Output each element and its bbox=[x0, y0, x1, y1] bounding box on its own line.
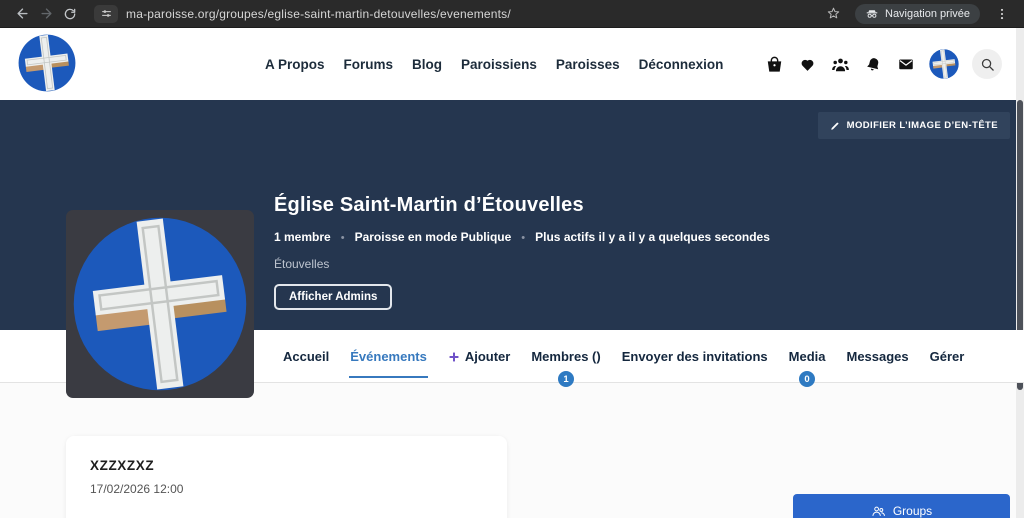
site-settings-icon bbox=[100, 7, 113, 20]
events-content-area: XZZXZXZ 17/02/2026 12:00 Groups bbox=[0, 383, 1024, 518]
nav-a-propos[interactable]: A Propos bbox=[265, 57, 325, 72]
three-dots-icon bbox=[995, 7, 1009, 21]
notifications-button[interactable] bbox=[863, 54, 883, 74]
event-title: XZZXZXZ bbox=[90, 458, 483, 473]
show-admins-button[interactable]: Afficher Admins bbox=[274, 284, 392, 310]
cross-logo-icon bbox=[929, 49, 959, 79]
header-icon-bar bbox=[764, 28, 1002, 100]
page-scrollbar[interactable] bbox=[1016, 28, 1024, 518]
group-member-count: 1 membre bbox=[274, 230, 331, 244]
back-arrow-icon bbox=[15, 6, 30, 21]
group-privacy: Paroisse en mode Publique bbox=[331, 230, 512, 244]
tab-envoyer-invitations[interactable]: Envoyer des invitations bbox=[622, 330, 768, 383]
main-navigation: A Propos Forums Blog Paroissiens Paroiss… bbox=[265, 28, 723, 100]
event-card[interactable]: XZZXZXZ 17/02/2026 12:00 bbox=[66, 436, 507, 518]
incognito-icon bbox=[865, 7, 879, 21]
mail-icon bbox=[897, 55, 915, 73]
group-last-active: Plus actifs il y a il y a quelques secon… bbox=[511, 230, 770, 244]
tab-accueil[interactable]: Accueil bbox=[283, 330, 329, 383]
heart-icon bbox=[799, 56, 816, 73]
tab-evenements[interactable]: Événements bbox=[350, 330, 427, 383]
browser-reload-button[interactable] bbox=[58, 2, 82, 26]
cart-button[interactable] bbox=[764, 54, 784, 74]
nav-paroisses[interactable]: Paroisses bbox=[556, 57, 620, 72]
bell-icon bbox=[865, 56, 882, 73]
cross-logo-icon bbox=[72, 216, 248, 392]
nav-deconnexion[interactable]: Déconnexion bbox=[639, 57, 724, 72]
bookmark-star-button[interactable] bbox=[821, 2, 845, 26]
tab-messages[interactable]: Messages bbox=[846, 330, 908, 383]
membres-count-badge: 1 bbox=[558, 371, 574, 387]
star-icon bbox=[826, 6, 841, 21]
shopping-bag-icon bbox=[765, 55, 784, 74]
favorites-button[interactable] bbox=[797, 54, 817, 74]
messages-button-header[interactable] bbox=[896, 54, 916, 74]
group-location: Étouvelles bbox=[274, 257, 770, 271]
incognito-badge: Navigation privée bbox=[855, 4, 980, 24]
search-icon bbox=[980, 57, 995, 72]
plus-icon bbox=[448, 351, 460, 363]
nav-paroissiens[interactable]: Paroissiens bbox=[461, 57, 537, 72]
group-header-banner: MODIFIER L’IMAGE D’EN-TÊTE Église Saint-… bbox=[0, 100, 1024, 330]
groups-floating-button[interactable]: Groups bbox=[793, 494, 1010, 518]
group-meta: 1 membre Paroisse en mode Publique Plus … bbox=[274, 230, 770, 244]
browser-back-button[interactable] bbox=[10, 2, 34, 26]
event-datetime: 17/02/2026 12:00 bbox=[90, 482, 483, 496]
users-icon bbox=[831, 55, 850, 74]
site-logo[interactable] bbox=[18, 34, 76, 92]
site-header: A Propos Forums Blog Paroissiens Paroiss… bbox=[0, 28, 1024, 100]
nav-blog[interactable]: Blog bbox=[412, 57, 442, 72]
incognito-label: Navigation privée bbox=[885, 8, 970, 20]
browser-forward-button[interactable] bbox=[34, 2, 58, 26]
media-count-badge: 0 bbox=[799, 371, 815, 387]
tab-media[interactable]: Media 0 bbox=[789, 330, 826, 383]
groups-button-header[interactable] bbox=[830, 54, 850, 74]
tab-ajouter[interactable]: Ajouter bbox=[448, 330, 511, 383]
forward-arrow-icon bbox=[39, 6, 54, 21]
tab-gerer[interactable]: Gérer bbox=[930, 330, 965, 383]
edit-header-image-button[interactable]: MODIFIER L’IMAGE D’EN-TÊTE bbox=[818, 112, 1010, 139]
groups-icon bbox=[871, 504, 886, 518]
nav-forums[interactable]: Forums bbox=[344, 57, 394, 72]
pencil-icon bbox=[830, 121, 840, 131]
address-bar[interactable]: ma-paroisse.org/groupes/eglise-saint-mar… bbox=[126, 7, 511, 21]
site-info-button[interactable] bbox=[94, 5, 118, 23]
group-title: Église Saint-Martin d’Étouvelles bbox=[274, 194, 770, 217]
group-avatar[interactable] bbox=[66, 210, 254, 398]
cross-logo-icon bbox=[18, 34, 76, 92]
user-avatar[interactable] bbox=[929, 49, 959, 79]
browser-menu-button[interactable] bbox=[990, 2, 1014, 26]
search-button[interactable] bbox=[972, 49, 1002, 79]
edit-header-image-label: MODIFIER L’IMAGE D’EN-TÊTE bbox=[847, 120, 998, 131]
browser-toolbar: ma-paroisse.org/groupes/eglise-saint-mar… bbox=[0, 0, 1024, 28]
groups-button-label: Groups bbox=[893, 504, 932, 518]
reload-icon bbox=[63, 7, 77, 21]
tab-membres[interactable]: Membres () 1 bbox=[531, 330, 600, 383]
